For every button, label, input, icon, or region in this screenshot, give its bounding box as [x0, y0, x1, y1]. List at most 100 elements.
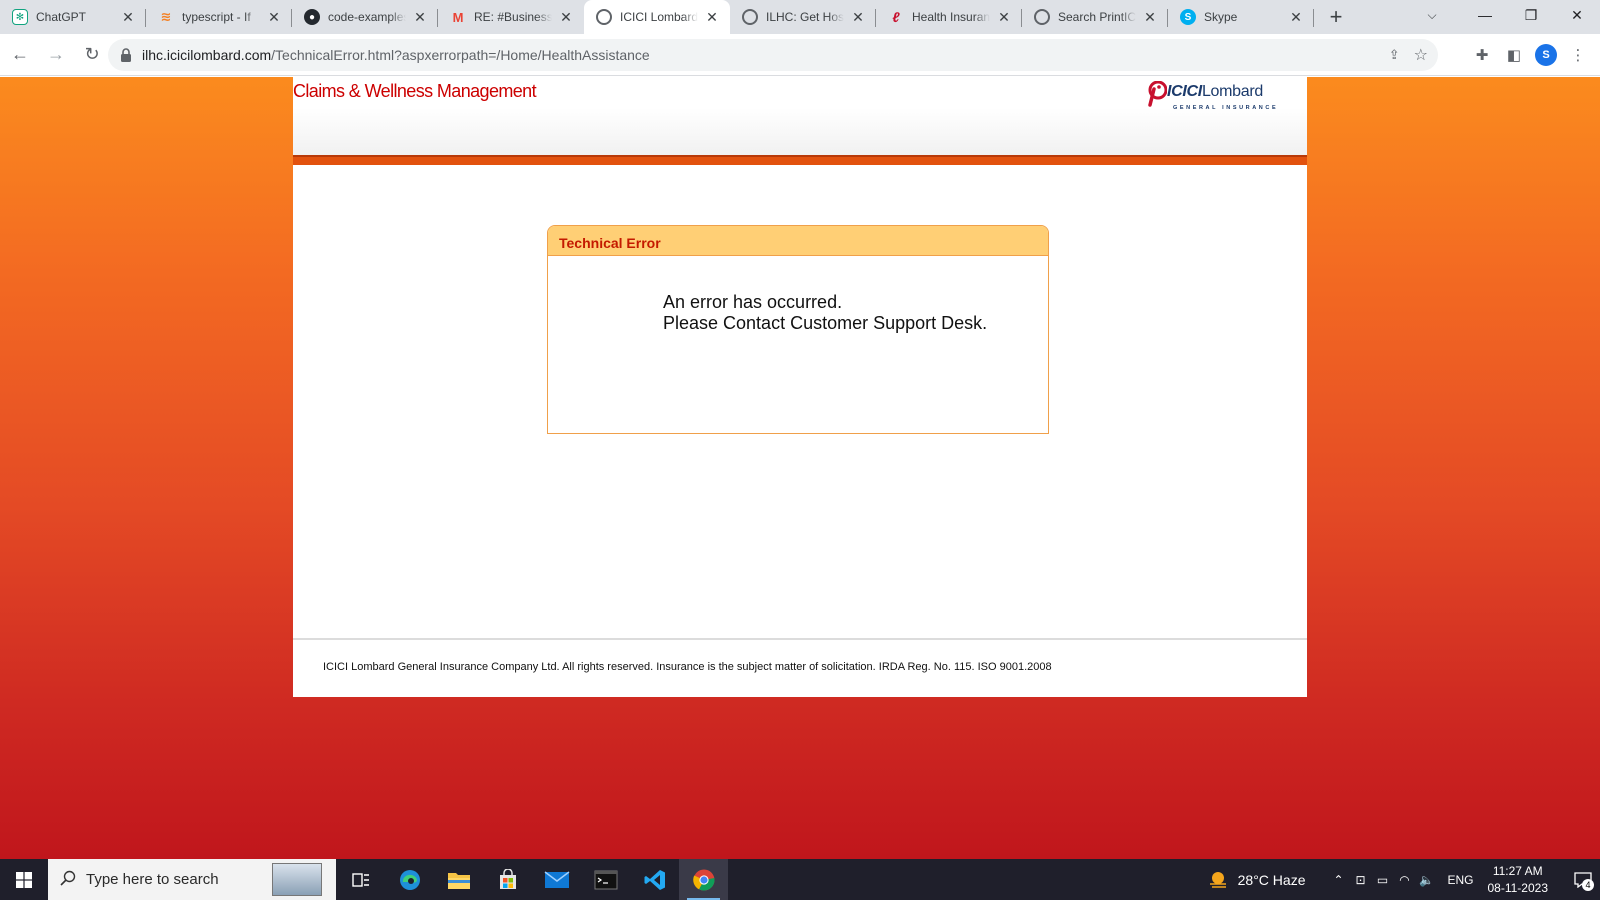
- close-window-icon[interactable]: ✕: [1554, 0, 1600, 30]
- notification-center-icon[interactable]: 4: [1566, 859, 1600, 900]
- error-panel: Technical Error An error has occurred. P…: [547, 225, 1049, 434]
- error-message: An error has occurred. Please Contact Cu…: [548, 256, 1048, 334]
- terminal-icon[interactable]: [581, 859, 630, 900]
- tab-health-insurance[interactable]: ℓ Health Insuran ✕: [876, 0, 1022, 34]
- tab-ilhc[interactable]: ILHC: Get Hosp ✕: [730, 0, 876, 34]
- logo-tagline: GENERAL INSURANCE: [1173, 105, 1279, 111]
- windows-taskbar: Type here to search 28°C Haze ⌃ ⊡ ▭ ◠ 🔈 …: [0, 859, 1600, 900]
- tab-search-icon[interactable]: ⌵: [1414, 0, 1450, 30]
- tab-chatgpt[interactable]: ✻ ChatGPT ✕: [0, 0, 146, 34]
- profile-avatar[interactable]: S: [1532, 41, 1560, 69]
- weather-haze-icon: [1209, 871, 1226, 888]
- back-arrow-icon[interactable]: ←: [4, 39, 36, 71]
- tab-skype[interactable]: S Skype ✕: [1168, 0, 1314, 34]
- gmail-icon: M: [452, 9, 464, 25]
- icici-logo-mark-icon: [1148, 81, 1167, 107]
- globe-icon: [742, 9, 758, 25]
- windows-start-icon[interactable]: [0, 859, 48, 900]
- close-icon[interactable]: ✕: [1288, 9, 1304, 25]
- system-tray: 28°C Haze ⌃ ⊡ ▭ ◠ 🔈 ENG 11:27 AM 08-11-2…: [1208, 859, 1600, 900]
- stackoverflow-icon: ≋: [160, 9, 172, 24]
- tab-icici-lombard[interactable]: ICICI Lombard ✕: [584, 0, 730, 34]
- chrome-icon[interactable]: [679, 859, 728, 900]
- weather-widget[interactable]: 28°C Haze: [1208, 870, 1306, 890]
- task-view-icon[interactable]: [336, 859, 385, 900]
- side-panel-icon[interactable]: ◧: [1500, 41, 1528, 69]
- url-text: ilhc.icicilombard.com/TechnicalError.htm…: [142, 47, 650, 63]
- tab-title: Search PrintIC: [1058, 10, 1136, 24]
- tab-title: Skype: [1204, 10, 1238, 24]
- logo-brand: ICICILombard: [1167, 83, 1263, 101]
- notification-count: 4: [1582, 879, 1594, 891]
- search-placeholder: Type here to search: [86, 871, 219, 888]
- icici-lombard-logo[interactable]: ICICILombard GENERAL INSURANCE: [1145, 81, 1295, 117]
- chevron-up-icon[interactable]: ⌃: [1327, 873, 1349, 887]
- footer-divider: [293, 638, 1307, 640]
- address-bar[interactable]: ilhc.icicilombard.com/TechnicalError.htm…: [108, 39, 1438, 71]
- menu-kebab-icon[interactable]: ⋮: [1564, 41, 1592, 69]
- close-icon[interactable]: ✕: [996, 9, 1012, 25]
- app-title: Claims & Wellness Management: [293, 81, 537, 101]
- language-indicator[interactable]: ENG: [1447, 873, 1473, 887]
- tab-typescript[interactable]: ≋ typescript - If ✕: [146, 0, 292, 34]
- forward-arrow-icon[interactable]: →: [40, 39, 72, 71]
- skype-icon: S: [1180, 9, 1196, 25]
- edge-browser-icon[interactable]: [385, 859, 434, 900]
- battery-icon[interactable]: ▭: [1371, 873, 1393, 887]
- extensions-icon[interactable]: ✚: [1468, 41, 1496, 69]
- close-icon[interactable]: ✕: [412, 9, 428, 25]
- clock-time: 11:27 AM: [1492, 863, 1543, 878]
- page-container: Claims & Wellness Management ICICILombar…: [293, 77, 1307, 697]
- clock[interactable]: 11:27 AM 08-11-2023: [1488, 863, 1549, 897]
- page-viewport: Claims & Wellness Management ICICILombar…: [0, 77, 1600, 859]
- lock-icon[interactable]: [118, 47, 134, 63]
- mail-icon[interactable]: [532, 859, 581, 900]
- close-icon[interactable]: ✕: [558, 9, 574, 25]
- tab-title: ChatGPT: [36, 10, 87, 24]
- restore-icon[interactable]: ❐: [1508, 0, 1554, 30]
- browser-tab-strip: ✻ ChatGPT ✕ ≋ typescript - If ✕ ● code-e…: [0, 0, 1600, 34]
- bookmark-star-icon[interactable]: ☆: [1414, 45, 1428, 65]
- vscode-icon[interactable]: [630, 859, 679, 900]
- logo-brand-secondary: Lombard: [1201, 83, 1264, 100]
- meet-now-icon[interactable]: ⊡: [1349, 873, 1371, 887]
- close-icon[interactable]: ✕: [266, 9, 282, 25]
- weather-text: 28°C Haze: [1237, 871, 1306, 888]
- close-icon[interactable]: ✕: [850, 9, 866, 25]
- minimize-icon[interactable]: —: [1462, 0, 1508, 30]
- tab-code-examples[interactable]: ● code-examples ✕: [292, 0, 438, 34]
- reload-icon[interactable]: ↻: [76, 39, 108, 71]
- microsoft-store-icon[interactable]: [483, 859, 532, 900]
- file-explorer-icon[interactable]: [434, 859, 483, 900]
- icici-icon: ℓ: [892, 9, 900, 25]
- chatgpt-icon: ✻: [12, 9, 28, 25]
- tab-title: ICICI Lombard: [620, 10, 698, 24]
- close-icon[interactable]: ✕: [120, 9, 136, 25]
- url-path: /TechnicalError.html?aspxerrorpath=/Home…: [271, 47, 650, 63]
- close-icon[interactable]: ✕: [1142, 9, 1158, 25]
- search-highlight-image: [272, 863, 322, 896]
- globe-icon: [1034, 9, 1050, 25]
- share-icon[interactable]: ⇪: [1389, 47, 1400, 63]
- new-tab-button[interactable]: +: [1318, 0, 1354, 34]
- url-host: ilhc.icicilombard.com: [142, 47, 272, 63]
- globe-icon: [596, 9, 612, 25]
- tab-title: code-examples: [328, 10, 406, 24]
- error-line-2: Please Contact Customer Support Desk.: [663, 313, 988, 333]
- wifi-icon[interactable]: ◠: [1393, 873, 1415, 887]
- tab-title: typescript - If: [182, 10, 251, 24]
- tab-title: Health Insuran: [912, 10, 990, 24]
- github-icon: ●: [304, 9, 320, 25]
- taskbar-search[interactable]: Type here to search: [48, 859, 336, 900]
- volume-icon[interactable]: 🔈: [1415, 873, 1437, 887]
- tab-title: RE: #Business#: [474, 10, 552, 24]
- logo-brand-main: ICICI: [1167, 83, 1202, 100]
- tab-gmail[interactable]: M RE: #Business# ✕: [438, 0, 584, 34]
- tab-title: ILHC: Get Hosp: [766, 10, 844, 24]
- tab-search-printic[interactable]: Search PrintIC ✕: [1022, 0, 1168, 34]
- clock-date: 08-11-2023: [1487, 880, 1549, 895]
- browser-toolbar: ← → ↻ ilhc.icicilombard.com/TechnicalErr…: [0, 34, 1600, 76]
- header-accent-bar: [293, 155, 1307, 165]
- close-icon[interactable]: ✕: [704, 9, 720, 25]
- error-line-1: An error has occurred.: [663, 292, 843, 312]
